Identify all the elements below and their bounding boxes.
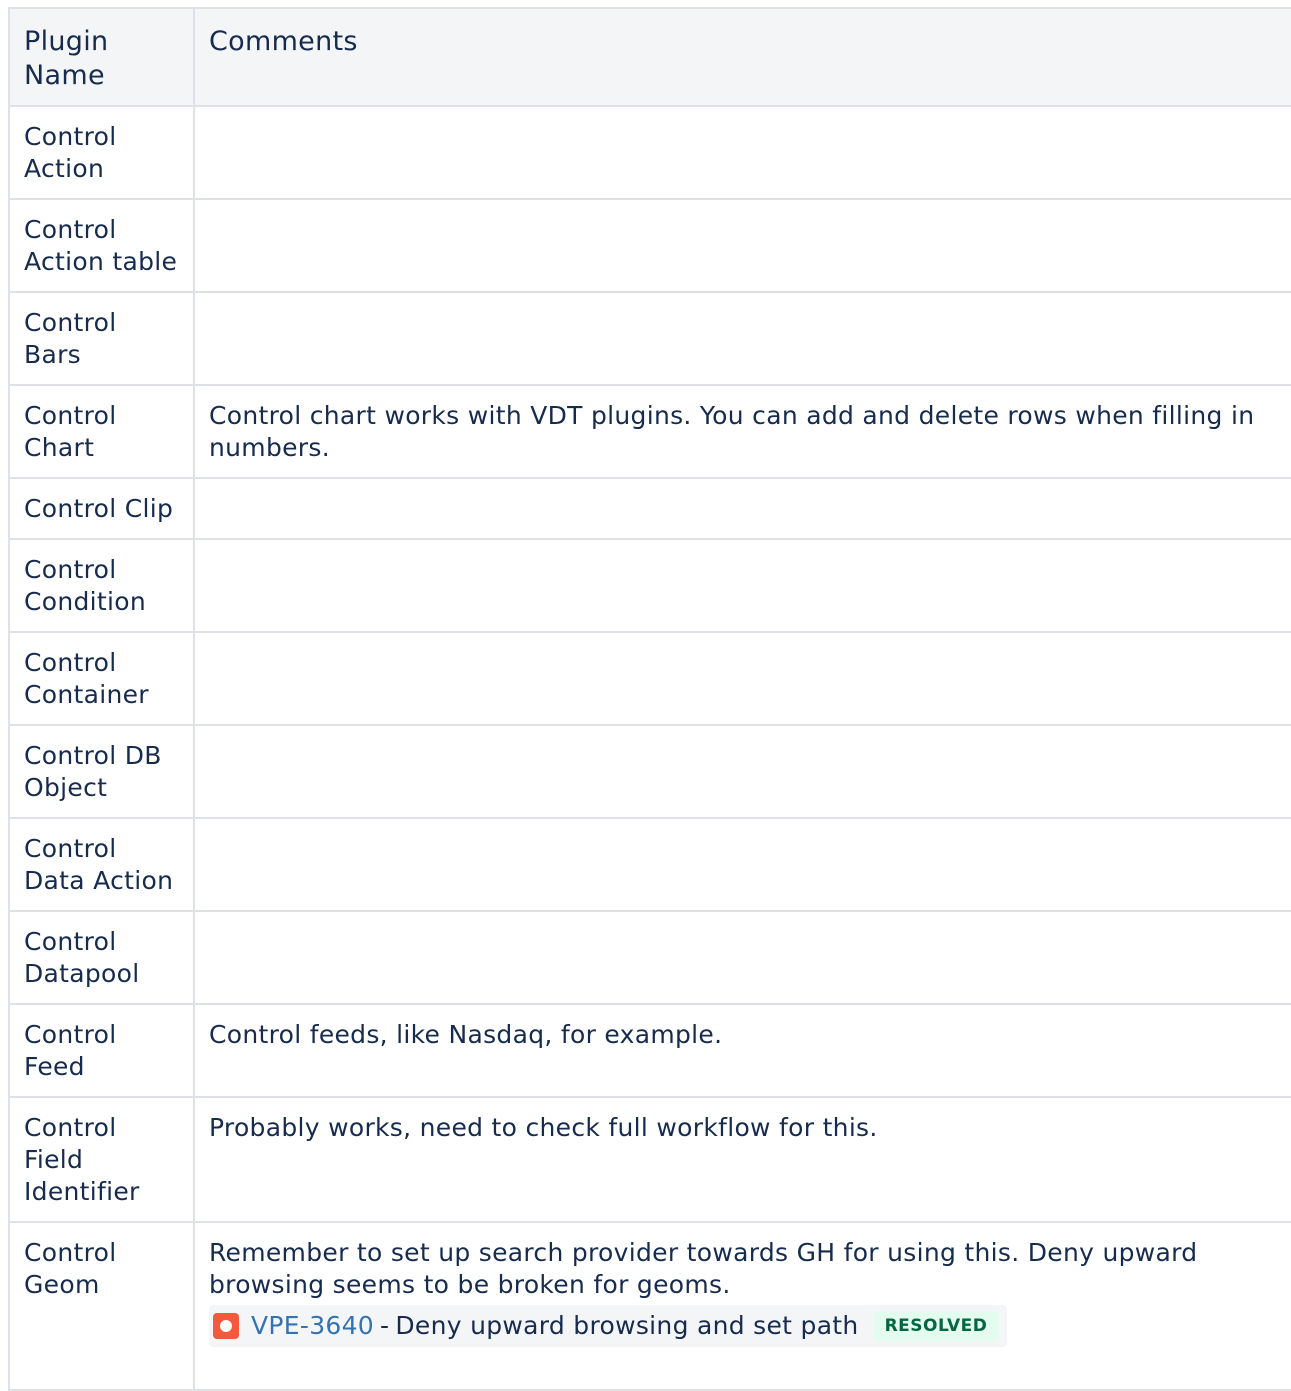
table-row: Control Datapool xyxy=(8,910,1291,1005)
table-row: Control Data Action xyxy=(8,817,1291,912)
plugin-name-cell: Control Clip xyxy=(8,477,195,540)
plugin-name-cell: Control Data Action xyxy=(8,817,195,912)
comment-text: Remember to set up search provider towar… xyxy=(209,1238,1198,1299)
plugin-name-cell: Control Chart xyxy=(8,384,195,479)
jira-issue-macro[interactable]: VPE-3640 - Deny upward browsing and set … xyxy=(209,1305,1008,1347)
plugin-name-cell: Control Geom xyxy=(8,1221,195,1391)
plugin-name-cell: Control Action xyxy=(8,105,195,200)
table-row: Control Container xyxy=(8,631,1291,726)
comment-cell xyxy=(193,291,1291,386)
bug-icon xyxy=(213,1313,239,1339)
table-row: Control Bars xyxy=(8,291,1291,386)
plugin-name-cell: Control Field Identifier xyxy=(8,1096,195,1223)
plugin-name-cell: Control Condition xyxy=(8,538,195,633)
comment-cell xyxy=(193,477,1291,540)
comment-cell xyxy=(193,724,1291,819)
header-plugin-name: Plugin Name xyxy=(8,7,195,107)
comment-cell xyxy=(193,817,1291,912)
comment-cell: Probably works, need to check full workf… xyxy=(193,1096,1291,1223)
plugin-name-cell: Control Bars xyxy=(8,291,195,386)
table-row: Control Condition xyxy=(8,538,1291,633)
table-header-row: Plugin Name Comments xyxy=(8,7,1291,107)
jira-issue-summary: Deny upward browsing and set path xyxy=(395,1311,859,1340)
comment-cell xyxy=(193,198,1291,293)
comment-cell: Remember to set up search provider towar… xyxy=(193,1221,1291,1391)
plugins-table: Plugin Name Comments Control Action Cont… xyxy=(8,7,1291,1391)
status-badge: RESOLVED xyxy=(872,1311,1000,1341)
plugin-name-cell: Control Action table xyxy=(8,198,195,293)
comment-cell: Control feeds, like Nasdaq, for example. xyxy=(193,1003,1291,1098)
table-row: Control Action xyxy=(8,105,1291,200)
plugins-table-container: Plugin Name Comments Control Action Cont… xyxy=(8,7,1291,1391)
jira-issue-key-link[interactable]: VPE-3640 xyxy=(251,1310,374,1342)
comment-cell xyxy=(193,910,1291,1005)
table-row: Control Chart Control chart works with V… xyxy=(8,384,1291,479)
table-row: Control Geom Remember to set up search p… xyxy=(8,1221,1291,1391)
jira-issue-separator: - xyxy=(380,1311,390,1340)
table-row: Control Clip xyxy=(8,477,1291,540)
comment-cell xyxy=(193,105,1291,200)
comment-cell xyxy=(193,631,1291,726)
table-row: Control Feed Control feeds, like Nasdaq,… xyxy=(8,1003,1291,1098)
table-row: Control Field Identifier Probably works,… xyxy=(8,1096,1291,1223)
comment-cell xyxy=(193,538,1291,633)
plugin-name-cell: Control DB Object xyxy=(8,724,195,819)
plugin-name-cell: Control Datapool xyxy=(8,910,195,1005)
header-comments: Comments xyxy=(193,7,1291,107)
plugin-name-cell: Control Container xyxy=(8,631,195,726)
table-row: Control DB Object xyxy=(8,724,1291,819)
table-row: Control Action table xyxy=(8,198,1291,293)
comment-cell: Control chart works with VDT plugins. Yo… xyxy=(193,384,1291,479)
plugin-name-cell: Control Feed xyxy=(8,1003,195,1098)
